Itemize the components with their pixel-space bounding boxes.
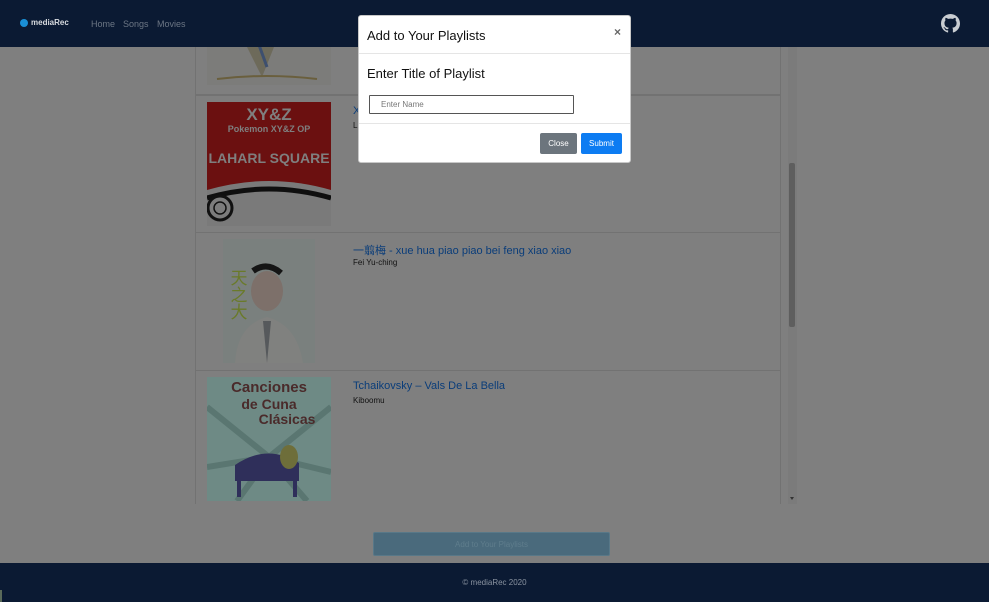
song-title-link[interactable]: 一翦梅 - xue hua piao piao bei feng xiao xi…	[353, 242, 571, 258]
song-title-link[interactable]: Tchaikovsky – Vals De La Bella	[353, 380, 505, 392]
close-button[interactable]: Close	[540, 133, 577, 154]
album-cover: 天之大	[223, 239, 315, 363]
corner-marker	[0, 590, 2, 602]
playlist-title-label: Enter Title of Playlist	[367, 66, 485, 81]
github-icon[interactable]	[941, 14, 960, 33]
song-row[interactable]: Canciones de Cuna Clásicas Tchaikovsky –…	[195, 371, 781, 504]
scroll-down-arrow-icon[interactable]	[790, 497, 794, 500]
cover-text: de Cuna	[241, 396, 296, 412]
submit-button[interactable]: Submit	[581, 133, 622, 154]
cover-text: XY&Z	[246, 105, 291, 124]
cover-text: Clásicas	[259, 411, 316, 427]
modal-title: Add to Your Playlists	[367, 28, 486, 43]
song-row[interactable]: 天之大 一翦梅 - xue hua piao piao bei feng xia…	[195, 233, 781, 371]
cover-text: 天之大	[228, 269, 248, 320]
footer-copyright: © mediaRec 2020	[462, 578, 527, 587]
add-to-playlists-button[interactable]: Add to Your Playlists	[373, 532, 610, 556]
brand-name: mediaRec	[31, 18, 69, 27]
modal-footer-divider	[359, 123, 630, 124]
cover-text: LAHARL SQUARE	[208, 150, 329, 166]
song-artist: L	[353, 121, 358, 130]
album-cover: Canciones de Cuna Clásicas	[207, 377, 331, 501]
playlist-modal: Add to Your Playlists × Enter Title of P…	[358, 15, 631, 163]
nav-link-home[interactable]: Home	[91, 19, 115, 29]
cover-text: Canciones	[231, 379, 307, 396]
scrollbar-thumb[interactable]	[789, 163, 795, 327]
brand-logo[interactable]: mediaRec	[20, 18, 69, 27]
album-cover: XY&Z Pokemon XY&Z OP LAHARL SQUARE	[207, 102, 331, 226]
modal-header: Add to Your Playlists ×	[359, 16, 630, 54]
nav-link-songs[interactable]: Songs	[123, 19, 149, 29]
cover-text: Pokemon XY&Z OP	[228, 124, 311, 134]
footer: © mediaRec 2020	[0, 563, 989, 602]
album-cover	[207, 47, 331, 85]
nav-link-movies[interactable]: Movies	[157, 19, 186, 29]
playlist-name-input[interactable]	[369, 95, 574, 114]
brand-icon	[20, 18, 28, 27]
song-artist: Fei Yu-ching	[353, 258, 398, 267]
song-artist: Kiboomu	[353, 396, 385, 405]
close-icon[interactable]: ×	[614, 25, 621, 39]
